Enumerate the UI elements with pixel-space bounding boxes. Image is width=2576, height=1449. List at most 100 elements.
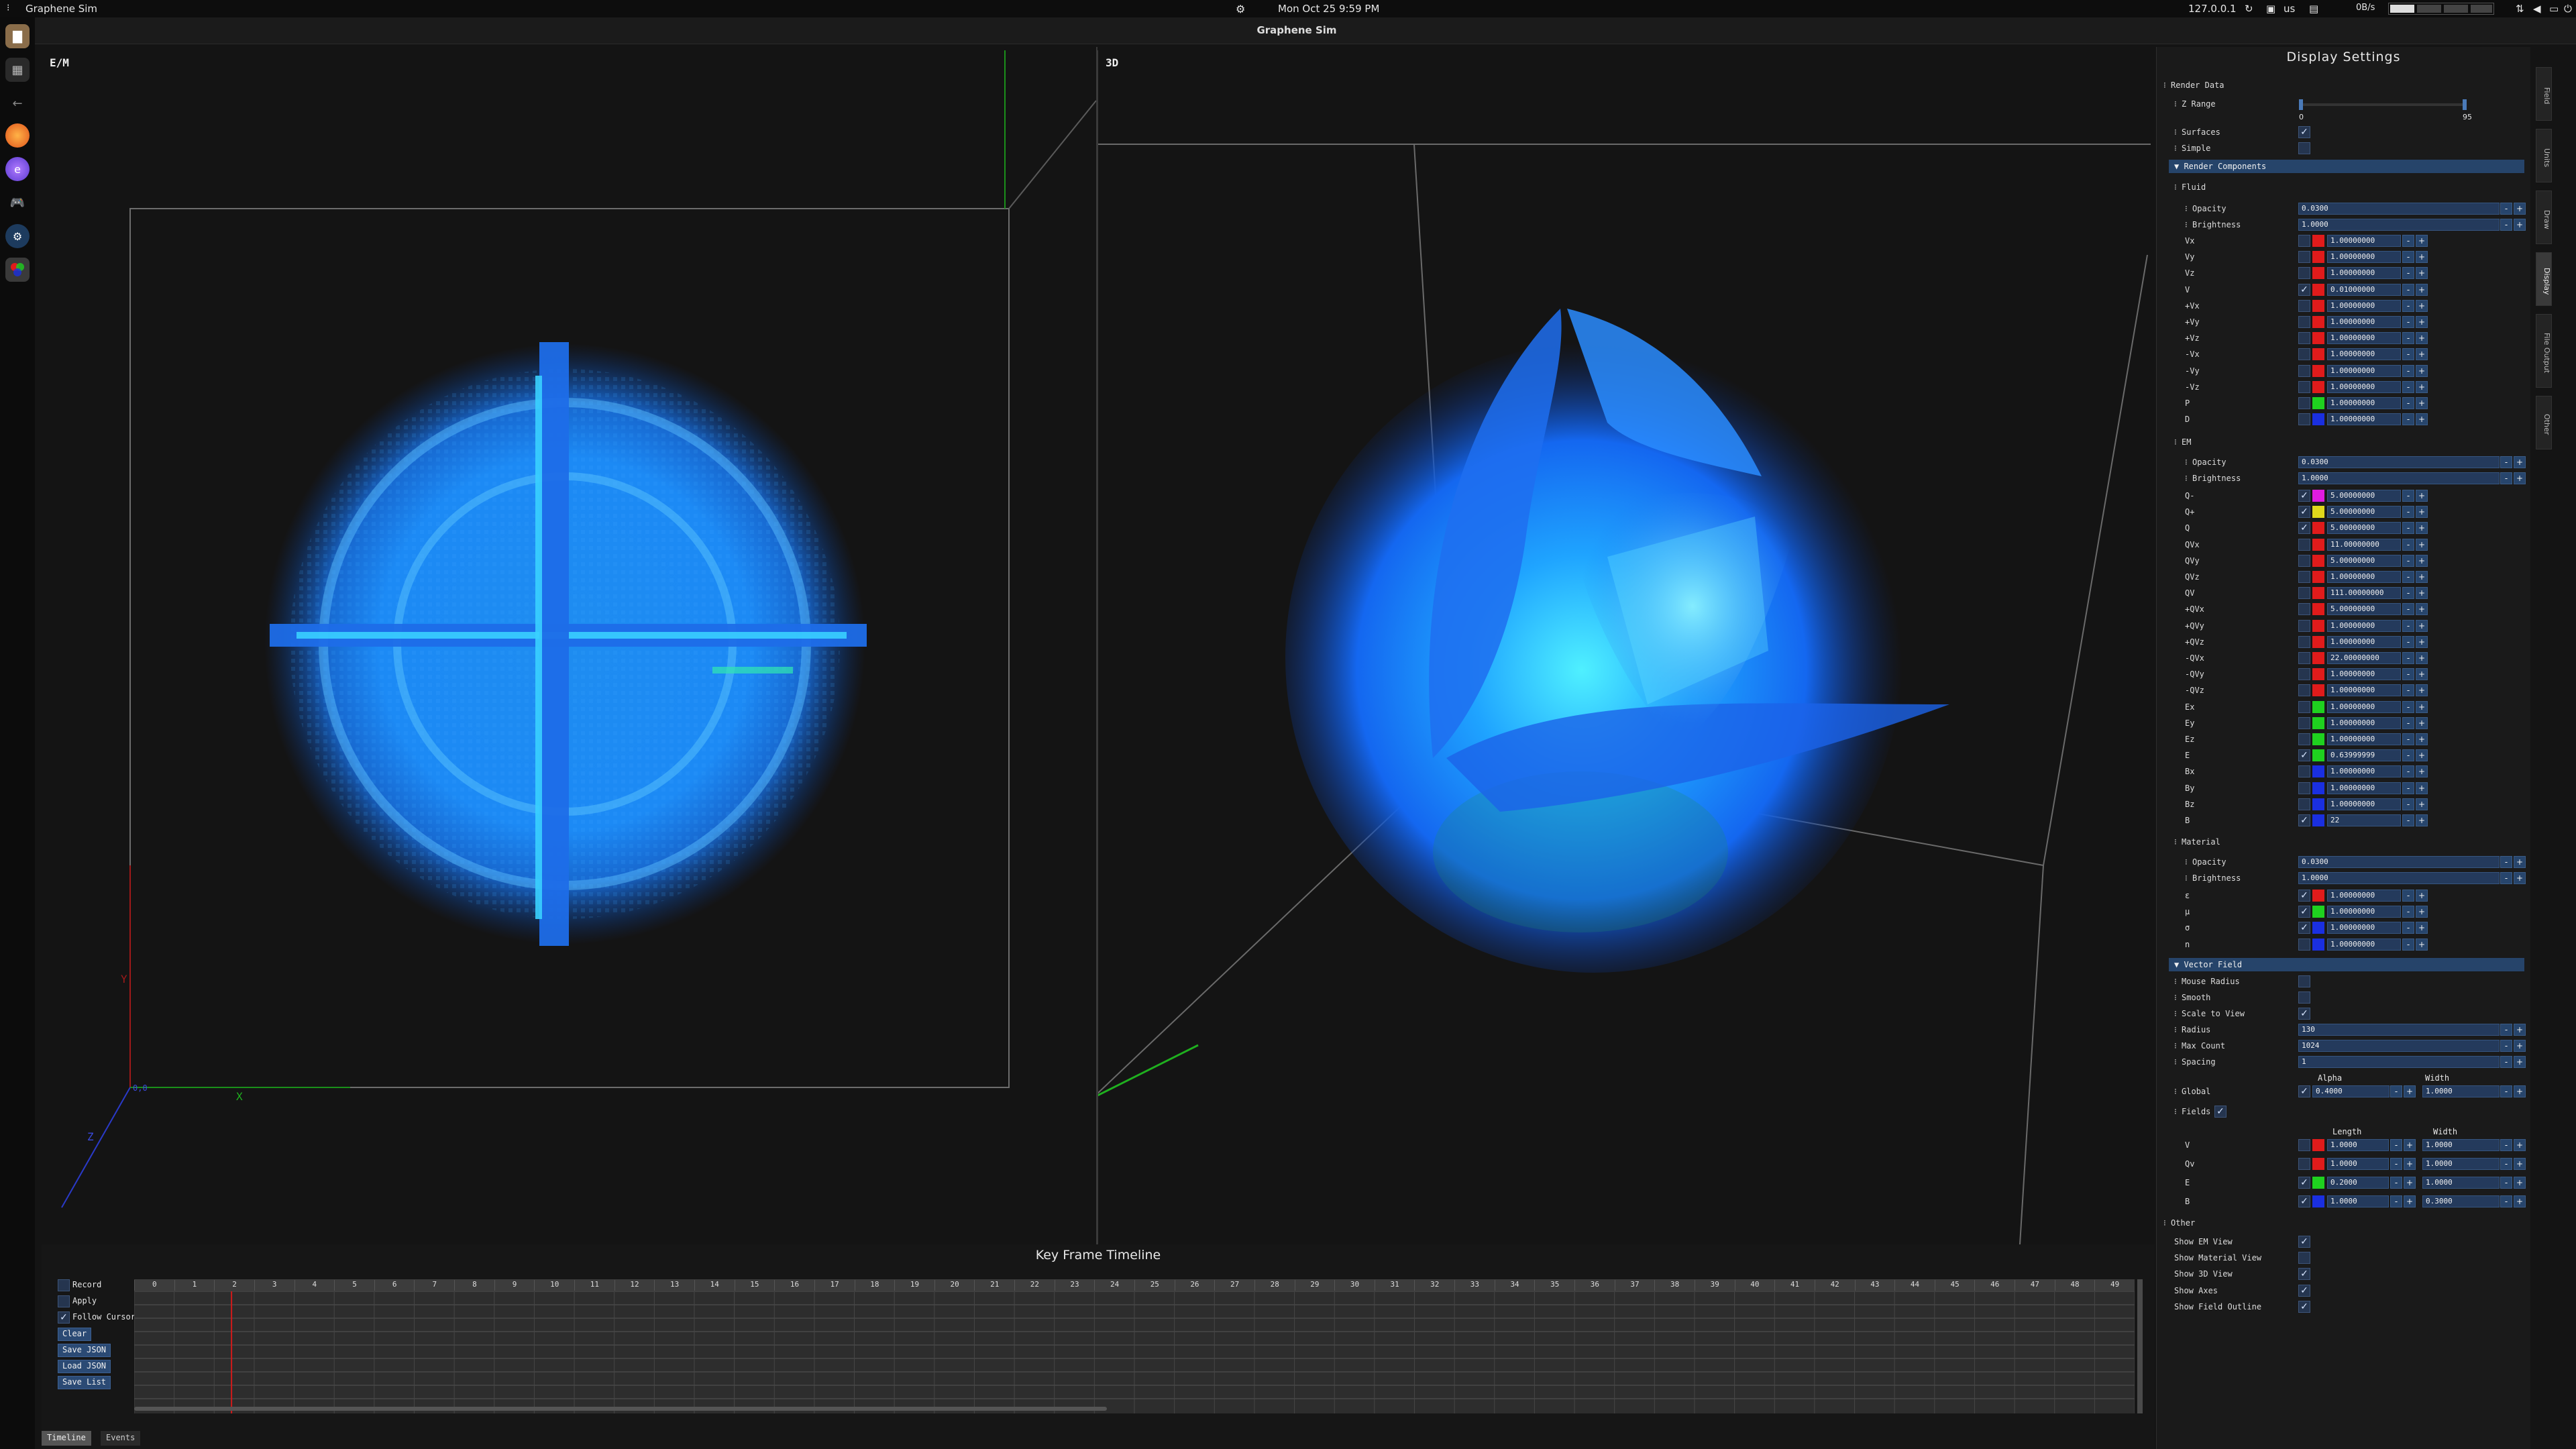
component-color-swatch[interactable] (2312, 283, 2324, 296)
component-checkbox[interactable] (2298, 798, 2310, 810)
apply-checkbox[interactable] (58, 1295, 70, 1307)
component-value-input[interactable]: 1.00000000 (2327, 906, 2401, 918)
vector-field-header[interactable]: ▼ Vector Field (2169, 958, 2524, 971)
component-value-input[interactable]: 1.00000000 (2327, 332, 2401, 345)
component-checkbox[interactable] (2298, 938, 2310, 951)
component-color-swatch[interactable] (2312, 938, 2324, 951)
component-color-swatch[interactable] (2312, 906, 2324, 918)
files-icon[interactable]: ▇ (5, 24, 30, 48)
side-tab[interactable]: Units (2536, 129, 2552, 182)
component-color-swatch[interactable] (2312, 619, 2324, 632)
render-components-header[interactable]: ▼ Render Components (2169, 160, 2524, 173)
side-tab[interactable]: Other (2536, 396, 2552, 449)
component-color-swatch[interactable] (2312, 538, 2324, 551)
component-increment[interactable]: + (2416, 397, 2428, 409)
component-decrement[interactable]: - (2402, 587, 2414, 600)
component-color-swatch[interactable] (2312, 635, 2324, 648)
em-view[interactable]: E/M X Y Z 0,0 (42, 47, 1096, 1244)
vector-field-length-input[interactable]: 1.0000 (2327, 1158, 2389, 1170)
component-decrement[interactable]: - (2402, 890, 2414, 902)
component-value-input[interactable]: 1.00000000 (2327, 413, 2401, 426)
global-width-decrement[interactable]: - (2500, 1085, 2512, 1097)
component-checkbox[interactable]: ✓ (2298, 283, 2310, 296)
material-brightness-increment[interactable]: + (2514, 872, 2526, 884)
side-tab[interactable]: File Output (2536, 314, 2552, 388)
em-opacity-input[interactable]: 0.0300 (2298, 456, 2500, 468)
fluid-brightness-increment[interactable]: + (2514, 219, 2526, 231)
component-color-swatch[interactable] (2312, 490, 2324, 502)
component-decrement[interactable]: - (2402, 348, 2414, 361)
other-option-checkbox[interactable] (2298, 1252, 2310, 1265)
global-width-increment[interactable]: + (2514, 1085, 2526, 1097)
component-increment[interactable]: + (2416, 283, 2428, 296)
frame-number[interactable]: 15 (734, 1280, 775, 1291)
component-value-input[interactable]: 1.00000000 (2327, 922, 2401, 934)
component-value-input[interactable]: 1.00000000 (2327, 635, 2401, 648)
component-checkbox[interactable]: ✓ (2298, 490, 2310, 502)
component-increment[interactable]: + (2416, 635, 2428, 648)
component-color-swatch[interactable] (2312, 652, 2324, 664)
vector-field-length-input[interactable]: 0.2000 (2327, 1177, 2389, 1189)
frame-number[interactable]: 22 (1014, 1280, 1055, 1291)
component-decrement[interactable]: - (2402, 267, 2414, 280)
component-value-input[interactable]: 1.00000000 (2327, 380, 2401, 393)
component-value-input[interactable]: 1.00000000 (2327, 765, 2401, 778)
frame-number[interactable]: 14 (694, 1280, 735, 1291)
component-increment[interactable]: + (2416, 380, 2428, 393)
z-range-min-handle[interactable] (2299, 99, 2303, 110)
component-decrement[interactable]: - (2402, 684, 2414, 697)
vector-field-length-increment[interactable]: + (2404, 1195, 2416, 1208)
component-decrement[interactable]: - (2402, 652, 2414, 664)
component-increment[interactable]: + (2416, 332, 2428, 345)
other-option-checkbox[interactable]: ✓ (2298, 1300, 2310, 1313)
component-decrement[interactable]: - (2402, 906, 2414, 918)
component-increment[interactable]: + (2416, 522, 2428, 535)
vector-field-width-input[interactable]: 1.0000 (2422, 1177, 2500, 1189)
component-increment[interactable]: + (2416, 619, 2428, 632)
component-decrement[interactable]: - (2402, 522, 2414, 535)
side-tab[interactable]: Display (2536, 252, 2552, 306)
em-opacity-decrement[interactable]: - (2500, 456, 2512, 468)
component-checkbox[interactable]: ✓ (2298, 922, 2310, 934)
component-checkbox[interactable] (2298, 700, 2310, 713)
component-value-input[interactable]: 1.00000000 (2327, 782, 2401, 794)
component-color-swatch[interactable] (2312, 522, 2324, 535)
spacing-increment[interactable]: + (2514, 1056, 2526, 1068)
clock[interactable]: Mon Oct 25 9:59 PM (1278, 3, 1379, 15)
component-value-input[interactable]: 5.00000000 (2327, 522, 2401, 535)
side-tab[interactable]: Field (2536, 67, 2552, 121)
frame-number[interactable]: 11 (574, 1280, 614, 1291)
component-value-input[interactable]: 11.00000000 (2327, 538, 2401, 551)
frame-number[interactable]: 26 (1174, 1280, 1215, 1291)
frame-number[interactable]: 34 (1494, 1280, 1535, 1291)
vector-field-width-increment[interactable]: + (2514, 1139, 2526, 1151)
load-json-button[interactable]: Load JSON (58, 1360, 111, 1373)
component-color-swatch[interactable] (2312, 299, 2324, 312)
firefox-icon[interactable] (5, 123, 30, 148)
component-increment[interactable]: + (2416, 316, 2428, 328)
component-decrement[interactable]: - (2402, 798, 2414, 810)
component-color-swatch[interactable] (2312, 506, 2324, 519)
component-checkbox[interactable] (2298, 554, 2310, 567)
frame-number[interactable]: 2 (214, 1280, 254, 1291)
component-increment[interactable]: + (2416, 765, 2428, 778)
timeline-vscrollbar[interactable] (2137, 1279, 2143, 1413)
component-decrement[interactable]: - (2402, 506, 2414, 519)
component-checkbox[interactable] (2298, 299, 2310, 312)
component-checkbox[interactable] (2298, 668, 2310, 681)
component-checkbox[interactable] (2298, 413, 2310, 426)
component-increment[interactable]: + (2416, 413, 2428, 426)
component-checkbox[interactable]: ✓ (2298, 522, 2310, 535)
component-checkbox[interactable]: ✓ (2298, 506, 2310, 519)
vector-field-width-decrement[interactable]: - (2500, 1195, 2512, 1208)
component-value-input[interactable]: 1.00000000 (2327, 890, 2401, 902)
component-value-input[interactable]: 1.00000000 (2327, 700, 2401, 713)
component-increment[interactable]: + (2416, 749, 2428, 762)
frame-number[interactable]: 25 (1134, 1280, 1175, 1291)
fluid-opacity-decrement[interactable]: - (2500, 203, 2512, 215)
component-decrement[interactable]: - (2402, 765, 2414, 778)
timeline-scrollbar[interactable] (134, 1407, 1107, 1411)
component-color-swatch[interactable] (2312, 413, 2324, 426)
activities-icon[interactable]: ⁝ (7, 3, 9, 13)
component-decrement[interactable]: - (2402, 283, 2414, 296)
